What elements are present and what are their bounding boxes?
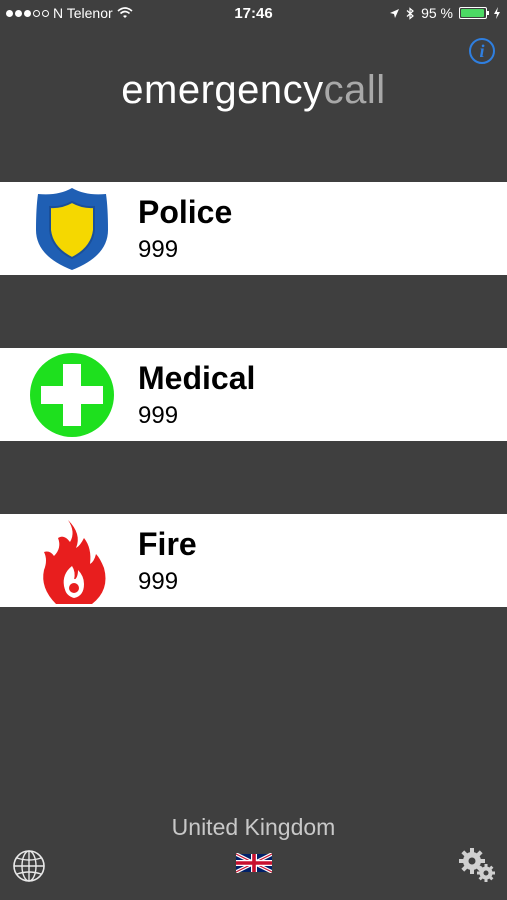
app-title-part2: call [323,68,386,112]
service-number: 999 [138,236,179,263]
fire-icon [43,520,106,604]
police-badge-icon [36,188,108,270]
service-number: 999 [138,568,179,595]
info-button[interactable]: i [469,38,495,64]
battery-percent: 95 % [421,5,453,21]
service-name: Medical [138,360,256,396]
uk-flag-icon[interactable] [236,853,272,873]
battery-icon [459,7,489,19]
status-bar: N Telenor 17:46 95 % [0,0,507,28]
country-name: United Kingdom [171,814,336,840]
info-icon: i [479,41,485,61]
fire-row[interactable]: Fire 999 [0,514,507,607]
charging-bolt-icon [494,7,500,19]
app-title-part1: emergency [121,68,324,112]
service-number: 999 [138,402,179,429]
globe-icon[interactable] [12,849,46,883]
gears-icon[interactable] [458,847,498,883]
service-name: Fire [138,526,197,562]
medical-cross-icon [30,353,114,437]
medical-row[interactable]: Medical 999 [0,348,507,441]
police-row[interactable]: Police 999 [0,182,507,275]
service-name: Police [138,194,233,230]
bluetooth-icon [406,6,414,20]
app-title: emergencycall [0,68,507,113]
status-right: 95 % [389,5,501,21]
location-arrow-icon [390,8,400,18]
